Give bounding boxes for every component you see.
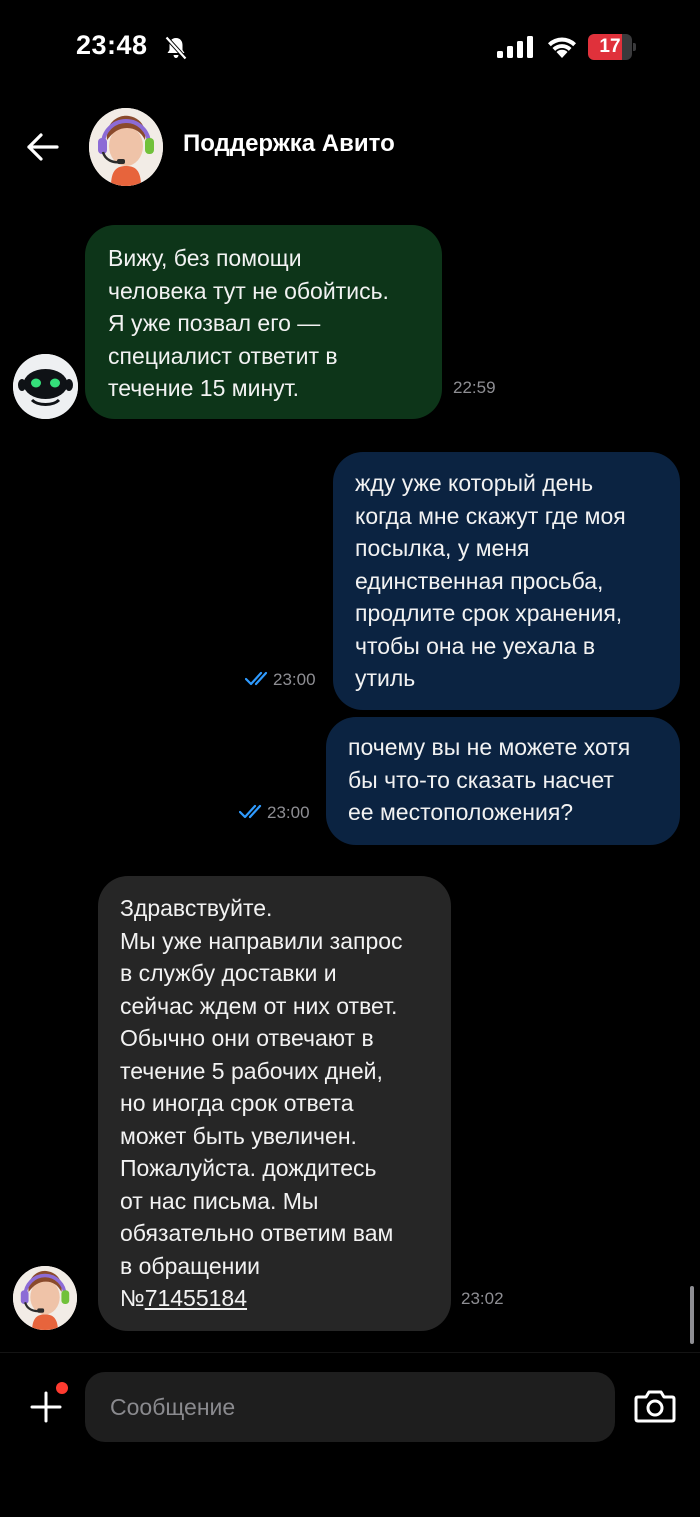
double-check-icon [245, 671, 268, 686]
chat-scrollbar[interactable] [690, 1286, 694, 1344]
status-time: 23:48 [76, 30, 148, 60]
battery-tip [633, 43, 636, 51]
battery-percent: 17 [599, 36, 621, 57]
composer-divider [0, 1352, 700, 1353]
support-agent-icon [13, 1266, 77, 1330]
camera-icon[interactable] [634, 1389, 676, 1423]
ticket-number-link[interactable]: 71455184 [145, 1285, 247, 1311]
outgoing-message-bubble: почему вы не можете хотя бы что-то сказа… [326, 717, 680, 845]
message-time: 23:00 [267, 803, 310, 822]
battery-icon: 17 [588, 34, 636, 60]
message-input[interactable] [85, 1372, 615, 1442]
wifi-icon [548, 37, 576, 58]
back-arrow-icon[interactable] [26, 132, 60, 162]
robot-icon [13, 354, 78, 419]
bell-off-icon [165, 36, 187, 60]
signal-icon [497, 36, 533, 58]
double-check-icon [239, 804, 262, 819]
bot-message-bubble: Вижу, без помощи человека тут не обойтис… [85, 225, 442, 419]
support-agent-icon [89, 108, 163, 186]
message-time: 23:00 [273, 670, 316, 689]
outgoing-message-bubble: жду уже который день когда мне скажут гд… [333, 452, 680, 710]
support-avatar-header[interactable] [89, 108, 163, 186]
support-message-bubble: Здравствуйте. Мы уже направили запрос в … [98, 876, 451, 1331]
support-message-text: Здравствуйте. Мы уже направили запрос в … [120, 895, 403, 1311]
message-time: 23:02 [461, 1289, 504, 1308]
chat-title: Поддержка Авито [183, 130, 395, 157]
support-avatar [13, 1266, 77, 1330]
notification-dot [56, 1382, 68, 1394]
bot-avatar [13, 354, 78, 419]
attach-plus-button[interactable] [28, 1389, 64, 1425]
message-time: 22:59 [453, 378, 496, 397]
